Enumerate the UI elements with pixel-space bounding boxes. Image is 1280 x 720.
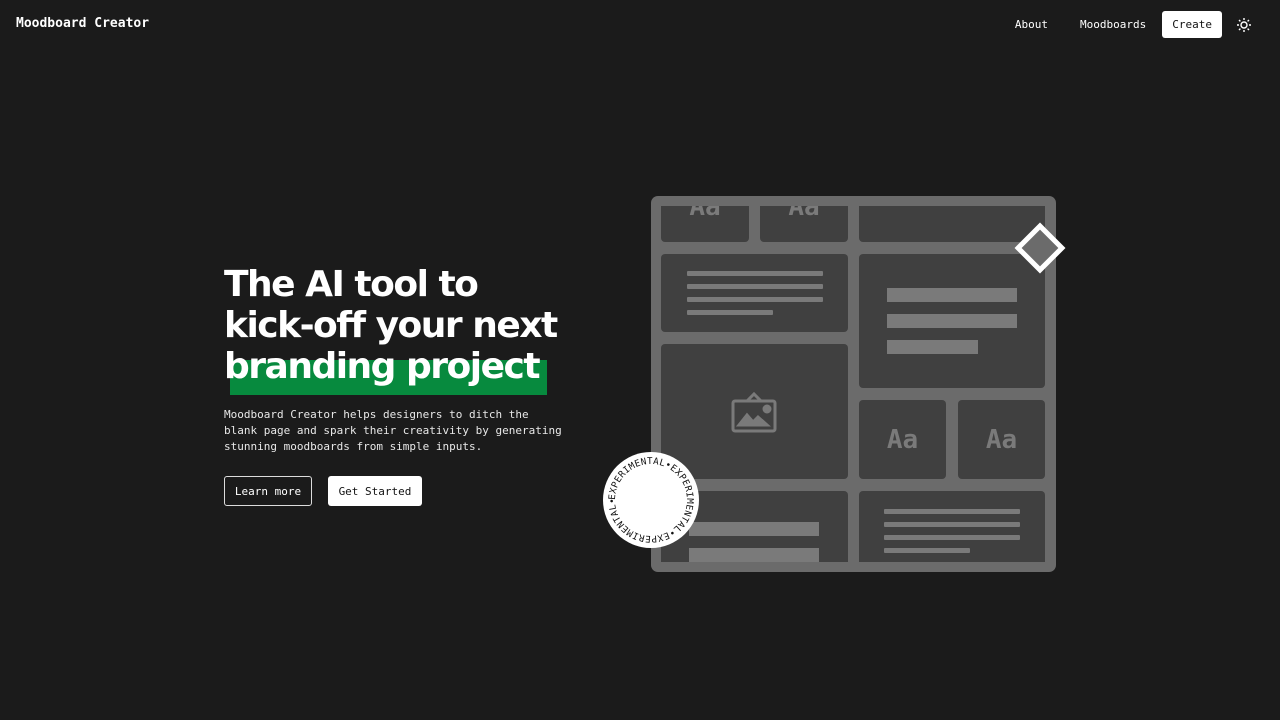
hero-title: The AI tool to kick-off your next brandi… [224,264,558,387]
moodboard-illustration: Aa Aa Aa Aa [651,196,1056,572]
font-cell: Aa [958,400,1045,479]
font-cell: Aa [760,206,848,242]
sun-icon[interactable] [1232,13,1256,37]
experimental-badge: EXPERIMENTAL•EXPERIMENTAL•EXPERIMENTAL• [603,452,699,548]
nav-about[interactable]: About [999,11,1064,38]
blank-cell [859,206,1045,242]
heading-cell [859,254,1045,388]
top-nav: About Moodboards Create [999,11,1256,38]
get-started-button[interactable]: Get Started [328,476,422,506]
hero-description: Moodboard Creator helps designers to dit… [224,408,562,453]
font-sample: Aa [788,206,820,222]
font-sample: Aa [689,206,721,222]
font-cell: Aa [859,400,946,479]
title-highlight: branding project [224,346,541,387]
font-sample: Aa [886,424,919,455]
title-line: kick-off your next [224,305,558,346]
font-cell: Aa [661,206,749,242]
font-sample: Aa [985,424,1018,455]
learn-more-button[interactable]: Learn more [224,476,312,506]
text-cell [661,254,848,332]
logo[interactable]: Moodboard Creator [16,16,149,31]
nav-moodboards[interactable]: Moodboards [1064,11,1162,38]
text-cell [859,491,1045,562]
image-icon [731,391,776,432]
title-line: The AI tool to [224,264,479,305]
nav-create-button[interactable]: Create [1162,11,1222,38]
